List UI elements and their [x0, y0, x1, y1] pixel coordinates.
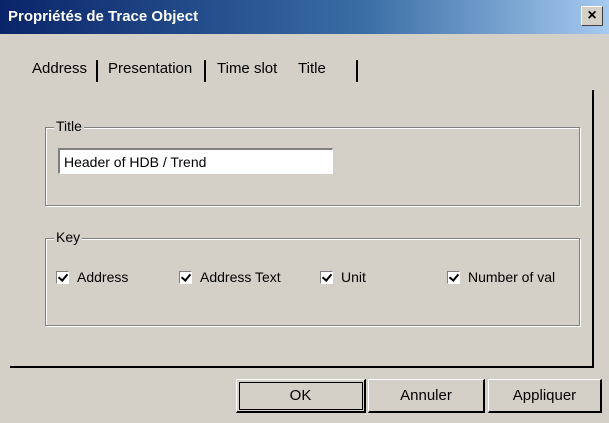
tab-presentation[interactable]: Presentation [108, 60, 192, 77]
key-number-of-val-checkbox[interactable]: Number of val [447, 269, 555, 285]
key-address-label: Address [77, 269, 129, 285]
key-unit-label: Unit [341, 269, 366, 285]
ok-button[interactable]: OK [236, 379, 366, 413]
key-group-label: Key [54, 229, 83, 245]
key-address-text-label: Address Text [200, 269, 281, 285]
key-address-checkbox[interactable]: Address [56, 269, 128, 285]
checkbox-checked-icon [447, 270, 460, 284]
tab-time-slot[interactable]: Time slot [217, 60, 277, 77]
tab-separator [356, 60, 358, 82]
window-title: Propriétés de Trace Object [8, 8, 199, 25]
apply-button[interactable]: Appliquer [488, 379, 602, 413]
key-group: Key Address Address Text Unit Number of … [45, 229, 580, 326]
tab-title[interactable]: Title [298, 60, 326, 77]
checkbox-checked-icon [179, 270, 192, 284]
title-input[interactable] [58, 148, 333, 174]
key-number-of-val-label: Number of val [468, 269, 556, 285]
cancel-button[interactable]: Annuler [368, 379, 485, 413]
key-unit-checkbox[interactable]: Unit [320, 269, 366, 285]
title-bar: Propriétés de Trace Object × [0, 0, 609, 34]
tab-separator [204, 60, 206, 82]
close-button[interactable]: × [581, 6, 603, 26]
checkbox-checked-icon [320, 270, 333, 284]
title-group-label: Title [54, 118, 84, 134]
tab-separator [96, 60, 98, 82]
key-address-text-checkbox[interactable]: Address Text [179, 269, 281, 285]
close-icon: × [587, 7, 597, 24]
checkbox-checked-icon [56, 270, 69, 284]
tab-address[interactable]: Address [32, 60, 87, 77]
title-group: Title [45, 118, 580, 206]
